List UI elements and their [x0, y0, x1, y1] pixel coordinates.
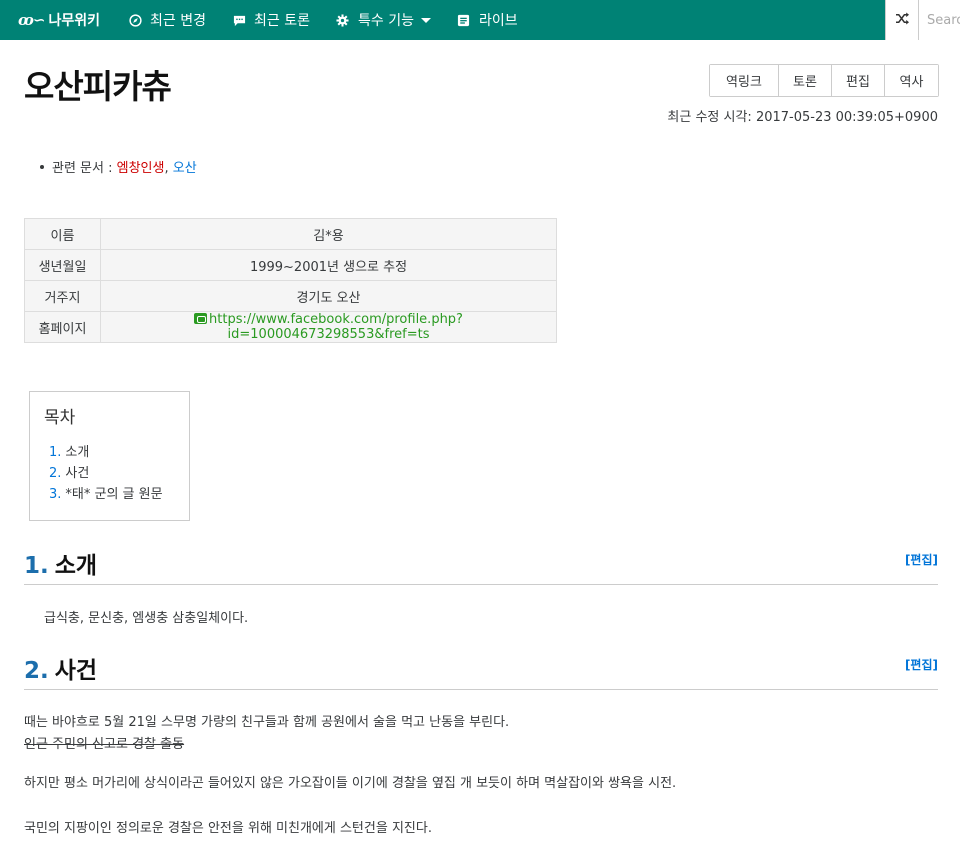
- table-row: 이름 김*용: [24, 218, 557, 250]
- toc-number[interactable]: 1.: [49, 445, 61, 460]
- table-row: 홈페이지 https://www.facebook.com/profile.ph…: [24, 311, 557, 343]
- namu-logo-icon: ꝏ∽: [18, 11, 46, 29]
- section-number[interactable]: 2.: [24, 658, 49, 684]
- wiki-tools: 역링크 토론 편집 역사: [709, 64, 939, 97]
- caret-down-icon: [420, 17, 431, 23]
- top-navbar: ꝏ∽ 나무위키 최근 변경 최근 토론 특수 기능 라이브 Searc: [0, 0, 960, 40]
- section-title: 소개: [54, 553, 98, 579]
- section-heading: 1. 소개: [24, 546, 97, 580]
- brand-name: 나무위키: [48, 13, 101, 29]
- section-intro-header: 1. 소개 [편집]: [24, 549, 938, 585]
- brand-logo[interactable]: ꝏ∽ 나무위키: [0, 0, 100, 40]
- toc-title: 목차: [44, 408, 76, 428]
- info-key: 이름: [24, 218, 101, 250]
- info-key: 거주지: [24, 280, 101, 312]
- nav-recent-changes[interactable]: 최근 변경: [128, 0, 206, 40]
- edit-button[interactable]: 편집: [831, 65, 884, 96]
- section-edit-link[interactable]: [편집]: [905, 551, 938, 568]
- nav-recent-discuss-label: 최근 토론: [254, 13, 310, 29]
- section-number[interactable]: 1.: [24, 553, 49, 579]
- related-link-osan[interactable]: 오산: [173, 161, 197, 176]
- compass-icon: [128, 13, 142, 27]
- last-modified-time: 최근 수정 시각: 2017-05-23 00:39:05+0900: [667, 110, 938, 125]
- info-table: 이름 김*용 생년월일 1999~2001년 생으로 추정 거주지 경기도 오산…: [24, 218, 557, 343]
- section-heading: 2. 사건: [24, 651, 97, 685]
- related-label: 관련 문서 :: [52, 161, 117, 176]
- paragraph: 국민의 지팡이인 정의로운 경찰은 안전을 위해 미친개에게 스턴건을 지진다.: [24, 821, 432, 836]
- toc-number[interactable]: 3.: [49, 487, 61, 502]
- toc-item[interactable]: 1. 소개: [44, 442, 175, 463]
- info-key: 생년월일: [24, 249, 101, 281]
- toc-item[interactable]: 2. 사건: [44, 463, 175, 484]
- paragraph: 때는 바야흐로 5월 21일 스무명 가량의 친구들과 함께 공원에서 술을 먹…: [24, 715, 510, 730]
- toc-item[interactable]: 3. *태* 군의 글 원문: [44, 484, 175, 505]
- table-row: 생년월일 1999~2001년 생으로 추정: [24, 249, 557, 281]
- table-row: 거주지 경기도 오산: [24, 280, 557, 312]
- bullet-icon: [40, 164, 44, 169]
- nav-recent-changes-label: 최근 변경: [150, 13, 206, 29]
- toc-label: 사건: [65, 466, 90, 481]
- history-button[interactable]: 역사: [884, 65, 938, 96]
- nav-live-label: 라이브: [478, 13, 518, 29]
- toc-label: *태* 군의 글 원문: [65, 487, 163, 502]
- nav-right-group: Search: [885, 0, 960, 40]
- intro-paragraph: 급식충, 문신충, 엠생충 삼충일체이다.: [44, 611, 249, 626]
- toc-label: 소개: [65, 445, 90, 460]
- nav-recent-discuss[interactable]: 최근 토론: [232, 0, 310, 40]
- page-title: 오산피카츄: [24, 67, 172, 106]
- list-icon: [457, 13, 471, 27]
- info-key: 홈페이지: [24, 311, 101, 343]
- related-documents: 관련 문서 : 엠창인생, 오산: [40, 157, 197, 176]
- table-of-contents: 목차 1. 소개 2. 사건 3. *태* 군의 글 원문: [29, 391, 190, 521]
- backlinks-button[interactable]: 역링크: [710, 65, 778, 96]
- paragraph: 하지만 평소 머가리에 상식이라곤 들어있지 않은 가오잡이들 이기에 경찰을 …: [24, 776, 677, 791]
- gear-icon: [336, 13, 350, 27]
- discuss-button[interactable]: 토론: [778, 65, 831, 96]
- random-page-button[interactable]: [885, 0, 918, 40]
- related-link-emchang[interactable]: 엠창인생: [117, 161, 165, 176]
- homepage-link[interactable]: https://www.facebook.com/profile.php?id=…: [209, 312, 463, 342]
- comment-icon: [232, 13, 246, 27]
- info-value: 1999~2001년 생으로 추정: [100, 249, 557, 281]
- related-separator: ,: [164, 161, 173, 176]
- search-input[interactable]: Search: [918, 0, 960, 40]
- section-edit-link[interactable]: [편집]: [905, 656, 938, 673]
- shuffle-icon: [895, 11, 910, 29]
- external-link-icon: [194, 313, 208, 324]
- nav-special-functions[interactable]: 특수 기능: [336, 0, 431, 40]
- nav-special-functions-label: 특수 기능: [357, 13, 414, 29]
- toc-number[interactable]: 2.: [49, 466, 61, 481]
- section-incident-header: 2. 사건 [편집]: [24, 654, 938, 690]
- info-value: 김*용: [100, 218, 557, 250]
- homepage-link-cell: https://www.facebook.com/profile.php?id=…: [100, 311, 557, 343]
- nav-live[interactable]: 라이브: [457, 0, 518, 40]
- section-title: 사건: [54, 658, 98, 684]
- strikethrough-text: 인근 주민의 신고로 경찰 출동: [24, 737, 185, 752]
- info-value: 경기도 오산: [100, 280, 557, 312]
